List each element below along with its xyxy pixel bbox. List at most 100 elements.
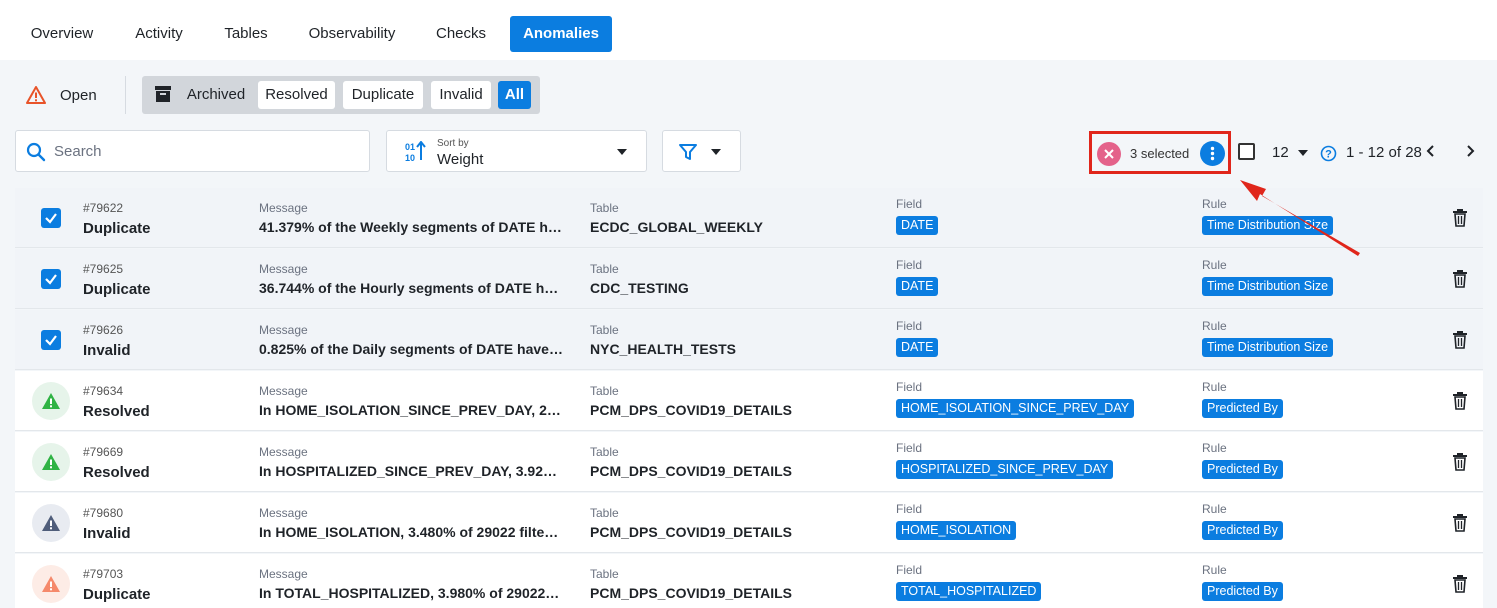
tab-activity[interactable]: Activity [118, 16, 200, 52]
anomaly-status: Duplicate [83, 281, 151, 298]
tab-checks[interactable]: Checks [422, 16, 500, 52]
status-avatar[interactable] [32, 504, 70, 542]
field-label: Field [896, 380, 923, 394]
row-checkbox[interactable] [41, 330, 61, 350]
field-badge: DATE [896, 338, 939, 357]
search-box[interactable] [15, 130, 370, 172]
anomaly-id: #79669 [83, 445, 124, 459]
rule-badge: Predicted By [1202, 521, 1283, 540]
search-input[interactable] [54, 137, 354, 165]
invalid-warning-icon [42, 515, 60, 531]
field-label: Field [896, 563, 923, 577]
archived-label[interactable]: Archived [180, 81, 252, 109]
table-label: Table [590, 323, 619, 337]
divider [125, 76, 126, 114]
table-label: Table [590, 384, 619, 398]
trash-icon[interactable] [1452, 392, 1468, 410]
field-badge: TOTAL_HOSPITALIZED [896, 582, 1042, 601]
status-avatar[interactable] [32, 443, 70, 481]
anomaly-message: 41.379% of the Weekly segments of DATE h… [259, 219, 563, 235]
tab-anomalies[interactable]: Anomalies [510, 16, 612, 52]
status-avatar[interactable] [32, 382, 70, 420]
trash-icon[interactable] [1452, 575, 1468, 593]
table-row[interactable]: #79622 Duplicate Message 41.379% of the … [15, 188, 1483, 248]
table-row[interactable]: #79634 Resolved Message In HOME_ISOLATIO… [15, 371, 1483, 431]
filter-all[interactable]: All [498, 81, 531, 109]
chevron-left-icon[interactable] [1423, 143, 1439, 159]
anomaly-table: PCM_DPS_COVID19_DETAILS [590, 463, 793, 479]
tab-overview[interactable]: Overview [16, 16, 108, 52]
rule-label: Rule [1202, 319, 1227, 333]
field-badge: HOME_ISOLATION [896, 521, 1017, 540]
anomaly-id: #79625 [83, 262, 124, 276]
field-badge: HOME_ISOLATION_SINCE_PREV_DAY [896, 399, 1135, 418]
table-row[interactable]: #79626 Invalid Message 0.825% of the Dai… [15, 310, 1483, 370]
chevron-right-icon[interactable] [1462, 143, 1478, 159]
archived-status-group: Archived Resolved Duplicate Invalid All [142, 76, 540, 114]
trash-icon[interactable] [1452, 331, 1468, 349]
table-label: Table [590, 567, 619, 581]
anomaly-message: In TOTAL_HOSPITALIZED, 3.980% of 29022 f… [259, 585, 563, 601]
filter-duplicate[interactable]: Duplicate [343, 81, 423, 109]
field-label: Field [896, 502, 923, 516]
select-all-checkbox[interactable] [1238, 143, 1255, 160]
anomaly-id: #79634 [83, 384, 124, 398]
bulk-actions-button[interactable] [1200, 141, 1225, 166]
top-nav: Overview Activity Tables Observability C… [0, 0, 1497, 60]
trash-icon[interactable] [1452, 453, 1468, 471]
anomaly-id: #79626 [83, 323, 124, 337]
toolbar: 01 10 Sort by Weight 3 selected [0, 128, 1497, 174]
status-avatar[interactable] [32, 565, 70, 603]
selected-count: 3 selected [1130, 146, 1190, 161]
tab-tables[interactable]: Tables [210, 16, 282, 52]
anomaly-status: Resolved [83, 403, 150, 420]
anomaly-message: In HOSPITALIZED_SINCE_PREV_DAY, 3.925% o… [259, 463, 563, 479]
anomaly-table: PCM_DPS_COVID19_DETAILS [590, 402, 793, 418]
anomaly-id: #79622 [83, 201, 124, 215]
check-icon [45, 274, 57, 285]
table-row[interactable]: #79669 Resolved Message In HOSPITALIZED_… [15, 432, 1483, 492]
trash-icon[interactable] [1452, 514, 1468, 532]
sort-dropdown[interactable]: 01 10 Sort by Weight [386, 130, 647, 172]
tab-observability[interactable]: Observability [292, 16, 412, 52]
field-label: Field [896, 258, 923, 272]
rule-badge: Predicted By [1202, 582, 1283, 601]
page-size-select[interactable]: 12 [1272, 144, 1289, 161]
anomaly-id: #79703 [83, 567, 124, 581]
open-status-tab[interactable]: Open [60, 87, 97, 104]
svg-text:10: 10 [405, 153, 415, 163]
close-icon [1104, 149, 1114, 159]
rule-label: Rule [1202, 380, 1227, 394]
table-row[interactable]: #79680 Invalid Message In HOME_ISOLATION… [15, 493, 1483, 553]
trash-icon[interactable] [1452, 209, 1468, 227]
trash-icon[interactable] [1452, 270, 1468, 288]
chevron-down-icon [711, 149, 721, 155]
anomaly-message: In HOME_ISOLATION, 3.480% of 29022 filte… [259, 524, 563, 540]
table-row[interactable]: #79703 Duplicate Message In TOTAL_HOSPIT… [15, 554, 1483, 608]
status-filter-row: Open Archived Resolved Duplicate Invalid… [0, 70, 1497, 122]
resolved-warning-icon [42, 454, 60, 470]
anomaly-id: #79680 [83, 506, 124, 520]
filter-invalid[interactable]: Invalid [431, 81, 491, 109]
filter-resolved[interactable]: Resolved [258, 81, 335, 109]
filter-dropdown[interactable] [662, 130, 741, 172]
svg-text:?: ? [1325, 149, 1332, 161]
field-badge: DATE [896, 216, 939, 235]
rule-label: Rule [1202, 502, 1227, 516]
anomaly-table: ECDC_GLOBAL_WEEKLY [590, 219, 763, 235]
rule-badge: Predicted By [1202, 460, 1283, 479]
rule-label: Rule [1202, 258, 1227, 272]
row-checkbox[interactable] [41, 208, 61, 228]
chevron-down-icon[interactable] [1298, 150, 1308, 156]
anomaly-message: 0.825% of the Daily segments of DATE hav… [259, 341, 563, 357]
table-row[interactable]: #79625 Duplicate Message 36.744% of the … [15, 249, 1483, 309]
row-checkbox[interactable] [41, 269, 61, 289]
help-icon[interactable]: ? [1320, 145, 1337, 162]
rule-badge: Time Distribution Size [1202, 277, 1333, 296]
clear-selection-button[interactable] [1097, 142, 1121, 166]
duplicate-warning-icon [42, 576, 60, 592]
field-badge: DATE [896, 277, 939, 296]
field-label: Field [896, 319, 923, 333]
selection-highlight: 3 selected [1089, 131, 1231, 174]
message-label: Message [259, 445, 308, 459]
